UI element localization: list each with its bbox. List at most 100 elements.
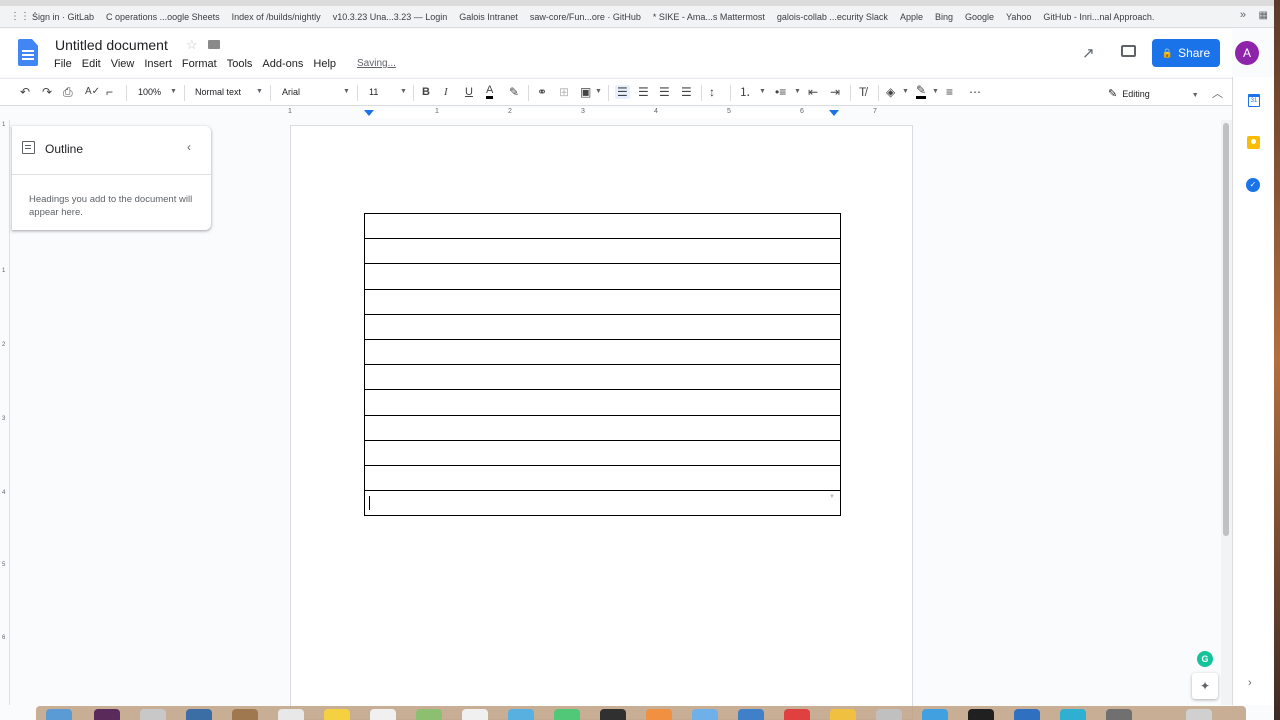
dock-app-icon[interactable] [508, 709, 534, 720]
align-center-icon[interactable]: ☰ [638, 85, 649, 99]
menu-tools[interactable]: Tools [227, 58, 253, 70]
spellcheck-icon[interactable]: A✓ [85, 85, 100, 99]
chevron-right-icon[interactable]: › [1248, 677, 1252, 689]
bookmarks-overflow-button[interactable]: » [1240, 9, 1246, 21]
table-cell[interactable] [364, 288, 841, 315]
activity-trend-icon[interactable]: ↗ [1082, 44, 1095, 62]
grammarly-icon[interactable]: G [1197, 651, 1213, 667]
horizontal-ruler[interactable]: 1 1 2 3 4 5 6 7 [288, 107, 912, 119]
table-cell[interactable] [364, 389, 841, 416]
calendar-icon[interactable]: 31 [1248, 94, 1260, 107]
menu-help[interactable]: Help [313, 58, 336, 70]
explore-button[interactable]: ✦ [1192, 673, 1218, 699]
bold-button[interactable]: B [422, 85, 430, 99]
font-size-select[interactable]: 11 [369, 87, 378, 97]
bookmark-item[interactable]: Apple [900, 12, 923, 22]
table-cell[interactable] [364, 490, 841, 517]
justify-icon[interactable]: ☰ [681, 85, 692, 99]
bookmark-item[interactable]: Google [965, 12, 994, 22]
dock-app-icon[interactable] [278, 709, 304, 720]
table-cell[interactable] [364, 313, 841, 340]
comment-add-icon[interactable]: ⊞ [559, 85, 569, 99]
numbered-list-icon[interactable]: ⒈ [739, 85, 751, 99]
print-icon[interactable]: ⎙ [63, 85, 73, 99]
menu-insert[interactable]: Insert [144, 58, 172, 70]
dock-app-icon[interactable] [830, 709, 856, 720]
align-right-icon[interactable]: ☰ [659, 85, 670, 99]
table-cell[interactable] [364, 414, 841, 441]
table-cell[interactable] [364, 439, 841, 466]
dock-app-icon[interactable] [554, 709, 580, 720]
collapse-menus-icon[interactable]: ︿ [1212, 85, 1223, 101]
dock-app-icon[interactable] [94, 709, 120, 720]
table-cell[interactable] [364, 263, 841, 290]
menu-file[interactable]: File [54, 58, 72, 70]
bookmark-item[interactable]: Galois Intranet [459, 12, 518, 22]
table-cell[interactable] [364, 338, 841, 366]
dock-app-icon[interactable] [784, 709, 810, 720]
scrollbar-thumb[interactable] [1223, 123, 1229, 536]
undo-icon[interactable]: ↶ [20, 85, 30, 99]
dock-app-icon[interactable] [324, 709, 350, 720]
increase-indent-icon[interactable]: ⇥ [830, 85, 840, 99]
docs-logo-icon[interactable] [18, 39, 38, 66]
table-cell[interactable] [364, 464, 841, 492]
editing-mode-button[interactable]: ✎ Editing ▼ [1108, 87, 1199, 100]
border-color-icon[interactable]: ✎ [916, 84, 927, 99]
dock-app-icon[interactable] [922, 709, 948, 720]
document-table[interactable] [364, 212, 841, 517]
redo-icon[interactable]: ↷ [42, 85, 52, 99]
menu-view[interactable]: View [111, 58, 135, 70]
menu-addons[interactable]: Add-ons [262, 58, 303, 70]
bookmark-item[interactable]: Bing [935, 12, 953, 22]
table-cell[interactable] [364, 364, 841, 391]
dock-app-icon[interactable] [140, 709, 166, 720]
dock-app-icon[interactable] [46, 709, 72, 720]
bookmark-item[interactable]: v10.3.23 Una...3.23 — Login [333, 12, 448, 22]
bookmark-item[interactable]: Index of /builds/nightly [232, 12, 321, 22]
dock-app-icon[interactable] [600, 709, 626, 720]
dock-trash-icon[interactable] [1186, 709, 1212, 720]
menu-edit[interactable]: Edit [82, 58, 101, 70]
chevron-down-icon[interactable]: ▼ [256, 88, 263, 95]
dock-app-icon[interactable] [876, 709, 902, 720]
chevron-down-icon[interactable]: ▼ [902, 88, 909, 95]
dock-app-icon[interactable] [1106, 709, 1132, 720]
decrease-indent-icon[interactable]: ⇤ [808, 85, 818, 99]
account-avatar[interactable]: A [1235, 41, 1259, 65]
chevron-down-icon[interactable]: ▼ [759, 88, 766, 95]
bookmark-item[interactable]: * SIKE - Ama...s Mattermost [653, 12, 765, 22]
clear-formatting-icon[interactable]: T̸ [859, 85, 866, 99]
dock-app-icon[interactable] [232, 709, 258, 720]
document-title[interactable]: Untitled document [55, 37, 168, 53]
table-cell[interactable] [364, 238, 841, 265]
dock-app-icon[interactable] [692, 709, 718, 720]
keep-icon[interactable] [1247, 136, 1260, 149]
dock-app-icon[interactable] [462, 709, 488, 720]
bookmark-item[interactable]: C operations ...oogle Sheets [106, 12, 220, 22]
highlight-icon[interactable]: ✎ [509, 85, 519, 99]
bookmark-item[interactable]: Sign in · GitLab [32, 12, 94, 22]
reading-list-icon[interactable]: ▦ [1259, 10, 1268, 21]
chevron-down-icon[interactable]: ▼ [400, 88, 407, 95]
tasks-icon[interactable]: ✓ [1246, 178, 1260, 192]
chevron-down-icon[interactable]: ▼ [343, 88, 350, 95]
bookmark-item[interactable]: GitHub - Inri...nal Approach. [1043, 12, 1154, 22]
zoom-select[interactable]: 100% [138, 87, 161, 97]
dock-app-icon[interactable] [416, 709, 442, 720]
right-indent-marker[interactable] [829, 110, 839, 116]
border-width-icon[interactable]: ≡ [946, 85, 953, 99]
bookmark-item[interactable]: Yahoo [1006, 12, 1031, 22]
border-dash-icon[interactable]: ⋯ [969, 85, 981, 99]
paint-format-icon[interactable]: ⌐ [106, 85, 113, 99]
italic-button[interactable]: I [444, 85, 448, 99]
chevron-down-icon[interactable]: ▼ [794, 88, 801, 95]
left-indent-marker[interactable] [364, 110, 374, 116]
bulleted-list-icon[interactable]: •≡ [775, 85, 786, 99]
chevron-down-icon[interactable]: ▼ [932, 88, 939, 95]
style-select[interactable]: Normal text [195, 87, 241, 97]
save-status[interactable]: Saving... [357, 58, 396, 69]
share-button[interactable]: 🔒 Share [1152, 39, 1220, 67]
image-icon[interactable]: ▣ [580, 85, 591, 99]
menu-format[interactable]: Format [182, 58, 217, 70]
